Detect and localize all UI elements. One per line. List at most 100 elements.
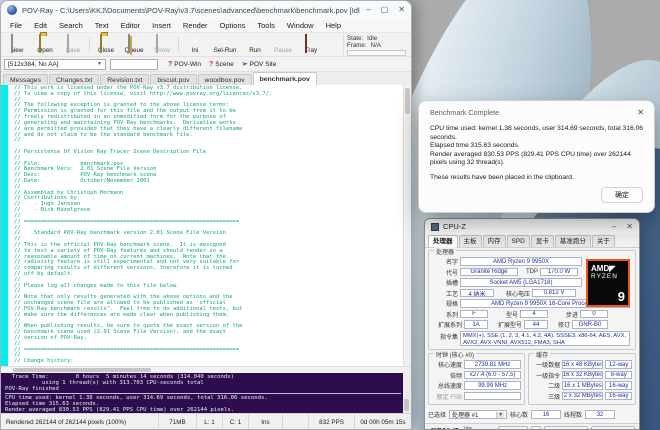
status-insert-mode: Ins xyxy=(249,414,283,430)
tab-woodbox-pov[interactable]: woodbox.pov xyxy=(198,74,252,85)
scrollbar-thumb[interactable] xyxy=(405,88,410,114)
menu-file[interactable]: File xyxy=(5,20,27,31)
editor-code-area[interactable]: // This work is licensed under the POV-R… xyxy=(8,85,403,366)
minimize-icon[interactable]: – xyxy=(612,223,616,231)
processor-select-dropdown[interactable]: 处理器 #1 ▼ xyxy=(449,410,507,419)
ext-model-field: 44 xyxy=(524,320,548,329)
menu-options[interactable]: Options xyxy=(215,20,251,31)
processor-group: 处理器 AMD◤ RYZEN 9 名字 AMD Ryzen 9 9950X 代号… xyxy=(428,250,636,350)
toolbar-separator xyxy=(89,37,90,52)
tab-revision-txt[interactable]: Revision.txt xyxy=(100,74,149,85)
toolbar-show-button[interactable]: Show xyxy=(148,34,176,55)
toolbar-queue-button[interactable]: Queue xyxy=(120,34,148,55)
cpuz-brand-logo: CPU-Z xyxy=(429,427,458,430)
menu-tools[interactable]: Tools xyxy=(252,20,280,31)
group-label: 处理器 xyxy=(434,247,456,256)
toolbar-tray-button[interactable]: Tray xyxy=(297,34,325,55)
new-document-icon xyxy=(11,34,13,53)
minimize-icon[interactable]: – xyxy=(366,6,370,14)
scrollbar-thumb[interactable] xyxy=(13,368,151,372)
status-memory: 71MB xyxy=(159,414,197,430)
cpuz-app-icon xyxy=(431,223,439,231)
state-label: State: xyxy=(347,35,363,42)
tab-about[interactable]: 关于 xyxy=(592,235,615,247)
tab-bench[interactable]: 基准跑分 xyxy=(555,235,591,247)
toolbar-open-button[interactable]: Open xyxy=(31,34,59,55)
ok-button[interactable]: 确定 xyxy=(601,187,643,203)
help-link-pov-site[interactable]: ➢POV Site xyxy=(242,60,277,68)
l3-field: 2 x 32 MBytes xyxy=(562,392,603,401)
render-preset-dropdown[interactable]: [512x384, No AA] ▼ xyxy=(4,59,106,70)
tab-spd[interactable]: SPD xyxy=(507,235,530,247)
menu-edit[interactable]: Edit xyxy=(29,20,52,31)
field-label: 工艺 xyxy=(432,289,458,298)
field-label: 二级 xyxy=(532,381,560,390)
close-icon[interactable]: ✕ xyxy=(637,108,644,117)
menu-insert[interactable]: Insert xyxy=(147,20,176,31)
model-field: 4 xyxy=(520,310,548,319)
cores-field: 16 xyxy=(531,410,561,419)
editor-horizontal-scrollbar[interactable] xyxy=(1,366,411,373)
validate-button[interactable]: 验证 xyxy=(544,426,588,430)
tab-benchmark-pov[interactable]: benchmark.pov xyxy=(253,72,317,85)
message-vertical-scrollbar[interactable] xyxy=(403,373,411,413)
toolbar-run-button[interactable]: ▸ Run xyxy=(241,34,269,55)
toolbar-ini-button[interactable]: i Ini xyxy=(181,34,209,55)
tab-mainboard[interactable]: 主板 xyxy=(459,235,482,247)
command-line-input[interactable] xyxy=(110,59,158,70)
close-icon[interactable]: ✕ xyxy=(626,223,633,231)
tab-biscuit-pov[interactable]: biscuit.pov xyxy=(150,74,196,85)
help-link-pov-win[interactable]: ?POV-Win xyxy=(168,61,201,68)
menu-editor[interactable]: Editor xyxy=(116,20,146,31)
toolbar-sel-run-button[interactable]: ▸ Sel-Run xyxy=(209,34,241,55)
povray-app-icon xyxy=(7,5,17,15)
frame-label: Frame: xyxy=(347,42,367,49)
tab-memory[interactable]: 内存 xyxy=(483,235,506,247)
povray-titlebar[interactable]: POV-Ray - C:\Users\KKJ\Documents\POV-Ray… xyxy=(1,1,411,19)
message-separator xyxy=(5,393,401,394)
cpuz-titlebar[interactable]: CPU-Z – ✕ xyxy=(425,219,639,234)
field-label: 三级 xyxy=(532,392,560,401)
rated-fsb-field xyxy=(464,392,521,401)
show-icon xyxy=(156,34,158,53)
menu-window[interactable]: Window xyxy=(282,20,319,31)
family-field: F xyxy=(460,310,488,319)
editor-vertical-scrollbar[interactable] xyxy=(403,85,411,366)
stepping-field: 0 xyxy=(580,310,608,319)
tdp-field: 170.0 W xyxy=(540,268,578,277)
red-question-icon: ? xyxy=(168,61,172,68)
tools-button[interactable]: 工具 xyxy=(498,426,528,430)
menu-render[interactable]: Render xyxy=(178,20,213,31)
cpu-name-field: AMD Ryzen 9 9950X xyxy=(460,257,582,266)
maximize-icon[interactable]: ▢ xyxy=(381,6,389,14)
tab-messages[interactable]: Messages xyxy=(3,74,48,85)
field-label: 规格 xyxy=(432,299,458,308)
save-icon xyxy=(67,34,69,53)
ok-button[interactable]: 确定 xyxy=(591,426,635,430)
help-link-scene[interactable]: ?Scene xyxy=(209,61,234,68)
code-editor[interactable]: // This work is licensed under the POV-R… xyxy=(1,85,411,366)
field-label: 代号 xyxy=(432,268,458,277)
render-progress-box xyxy=(347,50,406,56)
menu-text[interactable]: Text xyxy=(90,20,114,31)
tools-dropdown-arrow[interactable]: ▼ xyxy=(531,426,541,430)
dialog-title: Benchmark Complete. xyxy=(430,108,637,117)
toolbar-new-button[interactable]: New xyxy=(3,34,31,55)
menu-search[interactable]: Search xyxy=(54,20,88,31)
toolbar-pause-button[interactable]: Pause xyxy=(269,34,297,55)
tab-graphics[interactable]: 显卡 xyxy=(531,235,554,247)
tab-processor[interactable]: 处理器 xyxy=(428,235,458,247)
status-column: C: 1 xyxy=(223,414,249,430)
close-file-icon xyxy=(100,34,102,53)
tab-changes-txt[interactable]: Changes.txt xyxy=(49,74,99,85)
statusbar: Rendered 262144 of 262144 pixels (100%) … xyxy=(1,413,411,430)
scrollbar-thumb[interactable] xyxy=(404,399,409,411)
cpuz-version: Ver. 2.17.0.x64 xyxy=(463,426,495,430)
close-icon[interactable]: ✕ xyxy=(398,6,405,14)
toolbar-close-button[interactable]: Close xyxy=(92,34,120,55)
editor-selection-margin[interactable] xyxy=(1,85,8,366)
field-label: 扩展型号 xyxy=(490,320,522,329)
cpu-time-block: CPU time used: kernel 1.38 seconds, user… xyxy=(5,395,403,413)
toolbar-save-button[interactable]: Save xyxy=(59,34,87,55)
menu-help[interactable]: Help xyxy=(321,20,346,31)
